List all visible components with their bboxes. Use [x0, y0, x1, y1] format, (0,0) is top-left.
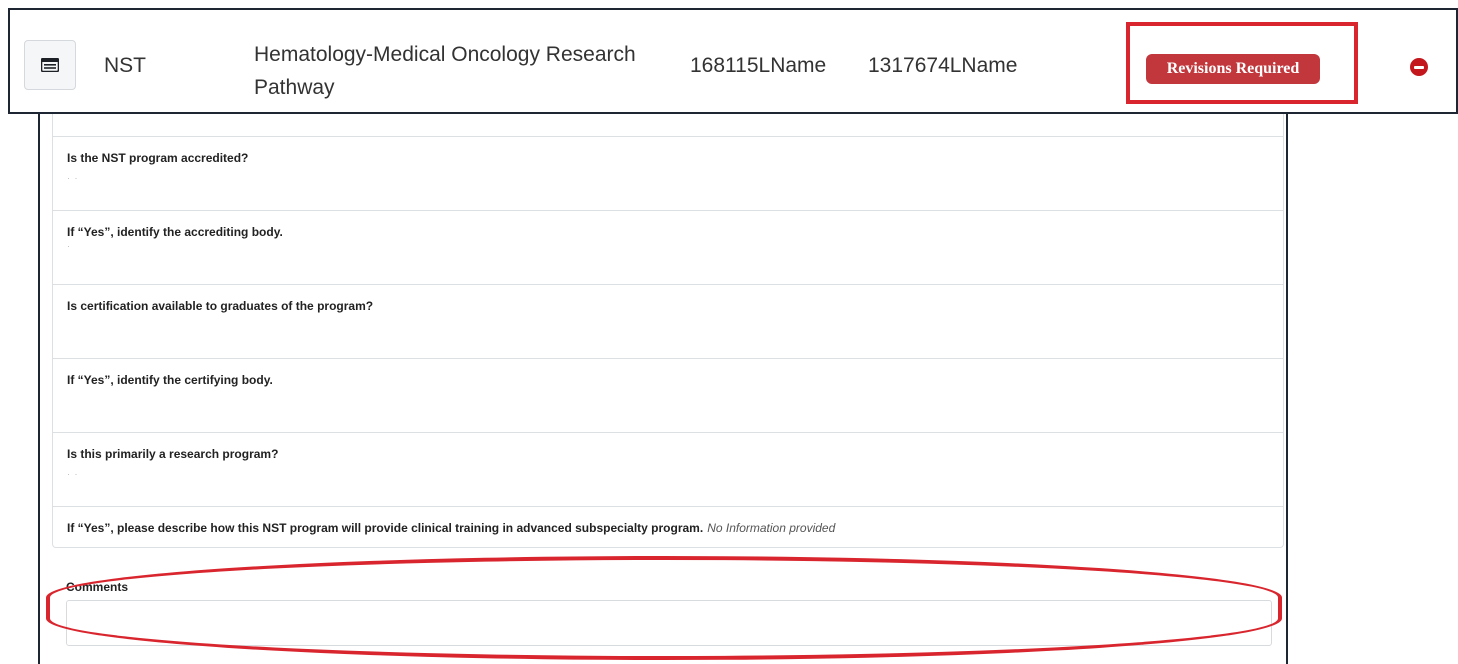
comments-label: Comments: [66, 580, 129, 594]
question-row: If “Yes”, identify the certifying body.: [53, 358, 1283, 433]
question-label: If “Yes”, please describe how this NST p…: [67, 521, 835, 535]
question-row: Is this primarily a research program? · …: [53, 432, 1283, 507]
applicant-id: 168115LName: [690, 54, 827, 77]
document-list-icon: [41, 58, 59, 72]
program-name: Hematology-Medical Oncology Research Pat…: [254, 43, 636, 99]
application-summary-row: NST Hematology-Medical Oncology Research…: [8, 8, 1458, 114]
question-label: Is the NST program accredited?: [67, 151, 249, 165]
question-label: If “Yes”, identify the accrediting body.: [67, 225, 283, 239]
question-label: Is certification available to graduates …: [67, 299, 374, 313]
reviewer-id: 1317674LName: [868, 54, 1018, 77]
view-details-button[interactable]: [24, 40, 76, 90]
answer-text: · ·: [67, 469, 79, 479]
status-badge: Revisions Required: [1146, 54, 1320, 84]
program-type: NST: [104, 54, 146, 77]
question-row: Is certification available to graduates …: [53, 284, 1283, 359]
minus-circle-icon[interactable]: [1410, 58, 1428, 76]
question-label: If “Yes”, identify the certifying body.: [67, 373, 273, 387]
questions-card: Is the NST program accredited? · · If “Y…: [52, 114, 1284, 548]
frame-border-right: [1286, 114, 1288, 664]
question-row: If “Yes”, please describe how this NST p…: [53, 506, 1283, 549]
frame-border-left: [38, 114, 40, 664]
question-row: Is the NST program accredited? · ·: [53, 136, 1283, 211]
answer-text: ·: [67, 241, 71, 251]
question-label: Is this primarily a research program?: [67, 447, 279, 461]
question-text: If “Yes”, please describe how this NST p…: [67, 521, 704, 535]
answer-text: · ·: [67, 173, 79, 183]
comments-input[interactable]: [66, 600, 1272, 646]
question-row: If “Yes”, identify the accrediting body.…: [53, 210, 1283, 285]
answer-text: No Information provided: [707, 521, 836, 535]
